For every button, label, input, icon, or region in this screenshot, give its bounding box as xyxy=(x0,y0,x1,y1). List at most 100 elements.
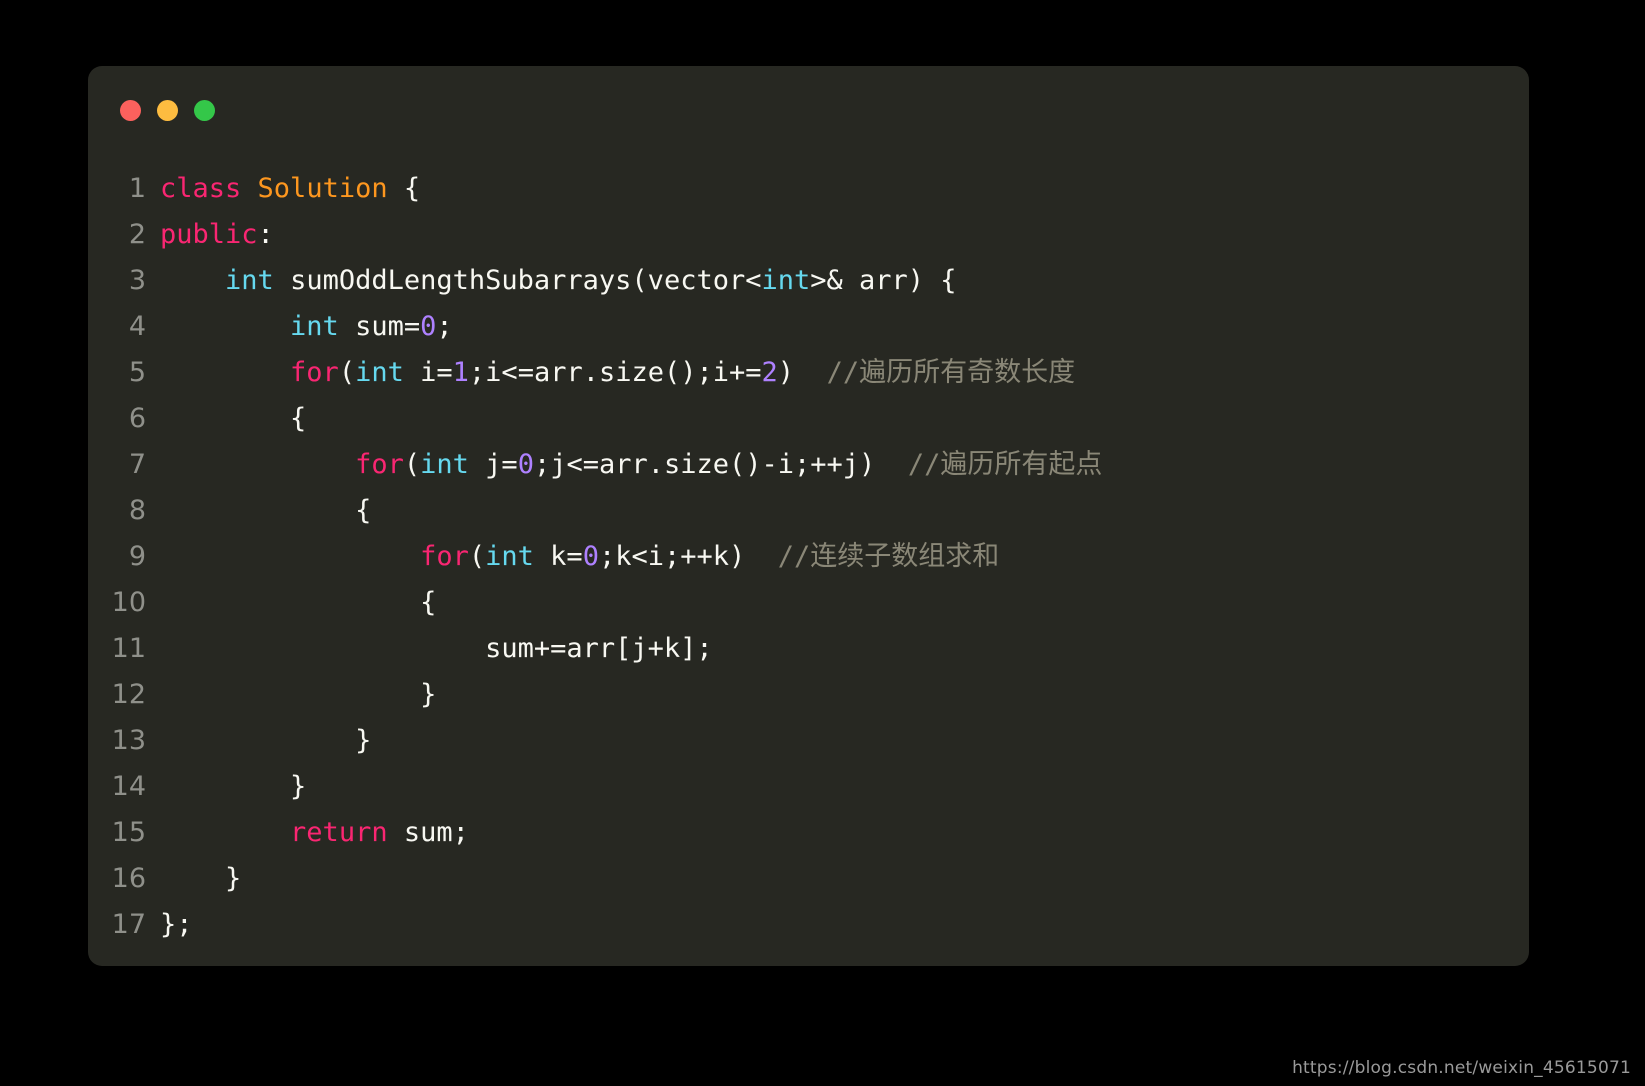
code-token: for xyxy=(420,541,469,572)
line-number: 3 xyxy=(128,265,146,296)
code-token: 0 xyxy=(420,311,437,342)
code-line: 9 for(int k=0;k<i;++k) //连续子数组求和 xyxy=(88,534,1529,580)
code-token: int xyxy=(761,265,811,296)
code-line-text: int sum=0; xyxy=(160,304,453,350)
code-line: 14 } xyxy=(88,764,1529,810)
code-token: int xyxy=(355,357,404,388)
code-line: 10 { xyxy=(88,580,1529,626)
code-token: class xyxy=(160,173,242,204)
code-line-text: } xyxy=(160,764,306,810)
code-token: ;k<i;++k) xyxy=(598,541,746,572)
line-number: 11 xyxy=(111,633,146,664)
code-token: { xyxy=(160,495,372,526)
code-token: int xyxy=(485,541,534,572)
code-token: 0 xyxy=(582,541,599,572)
line-number: 7 xyxy=(128,449,146,480)
code-editor[interactable]: 1 class Solution {2 public: 3 int sumOddLen… xyxy=(88,154,1529,966)
line-number: 9 xyxy=(128,541,146,572)
line-number: 15 xyxy=(111,817,146,848)
code-token: Solution xyxy=(257,173,388,204)
code-token: } xyxy=(160,679,437,710)
code-line: 4 int sum=0; xyxy=(88,304,1529,350)
code-token: sum= xyxy=(338,311,421,342)
code-token: ( xyxy=(403,449,421,480)
code-line: 15 return sum; xyxy=(88,810,1529,856)
code-token: //遍历所有奇数长度 xyxy=(794,357,1076,388)
code-token: 2 xyxy=(761,357,778,388)
code-line-text: int sumOddLengthSubarrays(vector<int>& a… xyxy=(160,258,957,304)
line-number: 17 xyxy=(111,909,146,940)
code-token: ;j<=arr.size()-i;++j) xyxy=(533,449,876,480)
code-line: 12 } xyxy=(88,672,1529,718)
code-line-text: for(int j=0;j<=arr.size()-i;++j) //遍历所有起… xyxy=(160,442,1102,488)
maximize-window-button[interactable] xyxy=(194,99,215,121)
code-token: 1 xyxy=(452,357,469,388)
code-line: 8 { xyxy=(88,488,1529,534)
code-token: sum; xyxy=(387,817,469,848)
line-number: 12 xyxy=(111,679,146,710)
code-window: 1 class Solution {2 public: 3 int sumOddLen… xyxy=(88,66,1529,966)
code-token: ( xyxy=(338,357,356,388)
line-number: 8 xyxy=(128,495,146,526)
code-line-text: }; xyxy=(160,902,193,948)
code-token: int xyxy=(225,265,274,296)
code-token: for xyxy=(290,357,339,388)
code-token: return xyxy=(290,817,388,848)
code-token: 0 xyxy=(517,449,534,480)
code-line-text: public: xyxy=(160,212,274,258)
line-number: 5 xyxy=(128,357,146,388)
code-line-text: class Solution { xyxy=(160,166,420,212)
code-line: 6 { xyxy=(88,396,1529,442)
code-token: int xyxy=(420,449,469,480)
close-window-button[interactable] xyxy=(120,99,141,121)
code-token: int xyxy=(290,311,339,342)
code-line: 16 } xyxy=(88,856,1529,902)
code-token: i= xyxy=(403,357,453,388)
code-line: 5 for(int i=1;i<=arr.size();i+=2) //遍历所有… xyxy=(88,350,1529,396)
code-token: } xyxy=(160,771,307,802)
line-number: 16 xyxy=(111,863,146,894)
line-number: 4 xyxy=(128,311,146,342)
code-line-text: for(int k=0;k<i;++k) //连续子数组求和 xyxy=(160,534,999,580)
window-titlebar xyxy=(88,66,1529,154)
code-token: j= xyxy=(468,449,518,480)
line-number: 10 xyxy=(111,587,146,618)
code-line: 7 for(int j=0;j<=arr.size()-i;++j) //遍历所… xyxy=(88,442,1529,488)
code-token: sumOddLengthSubarrays(vector< xyxy=(273,265,762,296)
minimize-window-button[interactable] xyxy=(157,99,178,121)
code-token: } xyxy=(160,725,372,756)
code-line-text: { xyxy=(160,580,436,626)
code-line-text: { xyxy=(160,488,371,534)
code-line-text: { xyxy=(160,396,306,442)
code-line: 2 public: xyxy=(88,212,1529,258)
code-token: sum+=arr[j+k]; xyxy=(160,633,713,664)
code-line: 1 class Solution { xyxy=(88,166,1529,212)
code-line-text: } xyxy=(160,718,371,764)
code-token: for xyxy=(355,449,404,480)
line-number: 6 xyxy=(128,403,146,434)
line-number: 13 xyxy=(111,725,146,756)
line-number: 2 xyxy=(128,219,146,250)
code-line-text: sum+=arr[j+k]; xyxy=(160,626,713,672)
code-line: 13 } xyxy=(88,718,1529,764)
code-line: 3 int sumOddLengthSubarrays(vector<int>&… xyxy=(88,258,1529,304)
code-line-text: } xyxy=(160,856,241,902)
line-number: 1 xyxy=(128,173,146,204)
code-line: 17}; xyxy=(88,902,1529,948)
code-token: }; xyxy=(160,909,193,940)
code-line-text: return sum; xyxy=(160,810,469,856)
code-token: k= xyxy=(533,541,583,572)
code-token: ( xyxy=(468,541,486,572)
code-token: ; xyxy=(436,311,453,342)
line-number: 14 xyxy=(111,771,146,802)
code-token: : xyxy=(257,219,274,250)
code-token: { xyxy=(387,173,421,204)
code-token: ) xyxy=(777,357,795,388)
